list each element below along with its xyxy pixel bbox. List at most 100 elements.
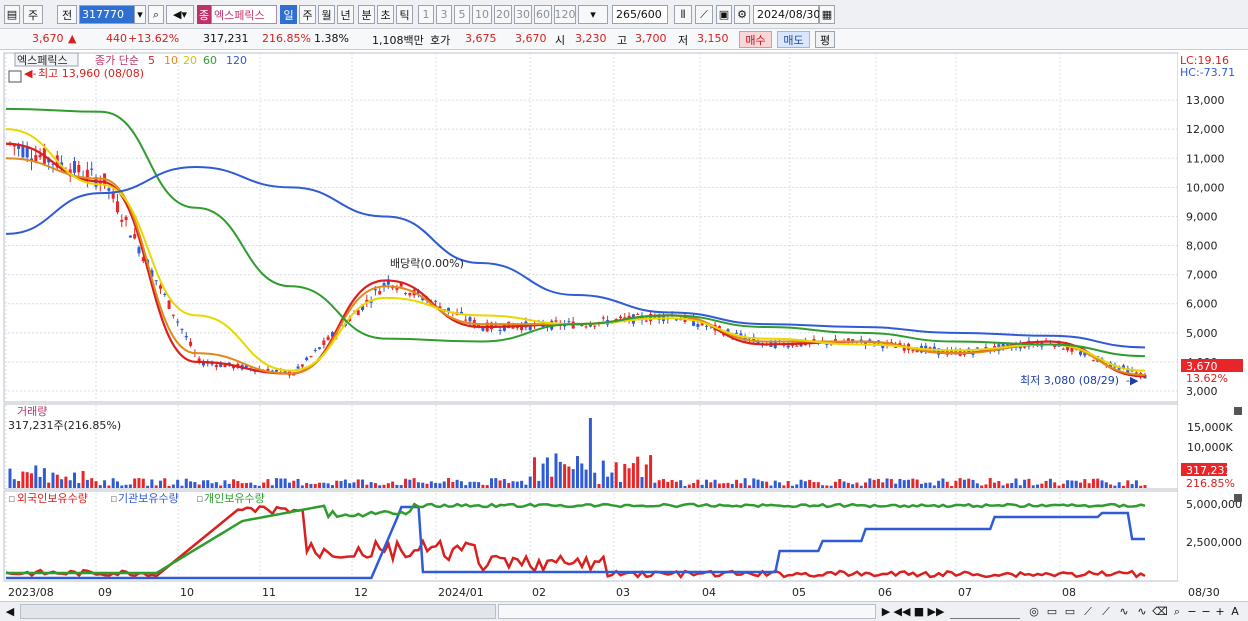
volume-bar [520, 480, 524, 488]
scroll-left-icon[interactable]: ◀ [4, 604, 16, 619]
interval-1[interactable]: 1 [418, 5, 434, 24]
volume-bar [838, 479, 842, 488]
volume-bar [81, 471, 85, 488]
date-axis-label: 02 [532, 586, 546, 599]
volume-bar [197, 484, 201, 488]
holdings-close-icon[interactable] [1234, 494, 1242, 502]
eval-button[interactable]: 평 [815, 31, 835, 48]
interval-3[interactable]: 3 [436, 5, 452, 24]
volume-bar [670, 479, 674, 488]
volume-bar [227, 483, 231, 488]
trend-line-icon[interactable]: ⟋ [1080, 604, 1096, 619]
rewind-icon[interactable]: ◀◀ [894, 604, 911, 619]
candle-body [786, 345, 790, 348]
volume-bar [1122, 485, 1126, 488]
volume-bar [846, 482, 850, 488]
interval-60[interactable]: 60 [534, 5, 552, 24]
volume-bar [657, 480, 661, 488]
volume-bar [924, 482, 928, 488]
legend-ma-120: 120 [226, 54, 247, 67]
volume-bar [425, 483, 429, 488]
holdings-axis-2.5m: 2,500,000 [1186, 536, 1242, 549]
volume-bar [335, 480, 339, 488]
interval-20[interactable]: 20 [494, 5, 512, 24]
draw-line-icon[interactable]: ⟋ [695, 5, 713, 24]
candle-body [795, 345, 799, 347]
volume-bar [954, 480, 958, 488]
scroll-track[interactable] [20, 604, 496, 619]
volume-bar [661, 479, 665, 488]
tool-icon-3[interactable]: ▭ [1062, 604, 1078, 619]
interval-5[interactable]: 5 [454, 5, 470, 24]
volume-bar [593, 472, 597, 488]
up-arrow-icon: ▲ [68, 32, 77, 45]
stock-name[interactable]: 엑스페릭스 [211, 5, 277, 24]
font-size-icon[interactable]: A [1228, 604, 1242, 619]
buy-button[interactable]: 매수 [739, 31, 772, 48]
volume-bar [176, 479, 180, 488]
stock-code-input[interactable]: 317770 [79, 5, 135, 24]
low-price: 3,150 [697, 32, 729, 45]
volume-bar [928, 482, 932, 488]
fast-forward-icon[interactable]: ▶▶ [928, 604, 945, 619]
fib-line-icon[interactable]: ⟋ [1098, 604, 1114, 619]
date-axis-label: 04 [702, 586, 716, 599]
gear-icon[interactable]: ⚙ [734, 5, 750, 24]
save-icon[interactable]: ▣ [716, 5, 732, 24]
prev-button[interactable]: 전 [57, 5, 77, 24]
volume-bar [997, 481, 1001, 488]
zoom-in-icon[interactable]: + [1214, 604, 1226, 619]
period-month[interactable]: 월 [318, 5, 335, 24]
tool-icon-1[interactable]: ◎ [1026, 604, 1042, 619]
calendar-icon[interactable]: ▦ [819, 5, 835, 24]
mode-select[interactable]: 주 [23, 5, 43, 24]
chart-area[interactable]: 13,000 12,000 11,000 10,000 9,000 8,000 7,000 6… [0, 51, 1248, 602]
minus-icon[interactable]: − [1200, 604, 1212, 619]
zoom-out-icon[interactable]: − [1186, 604, 1198, 619]
stock-chart-svg[interactable]: 13,000 12,000 11,000 10,000 9,000 8,000 7,000 6… [0, 51, 1248, 602]
eraser-icon[interactable]: ⌫ [1152, 604, 1168, 619]
volume-bar [1100, 480, 1104, 488]
layout-icon[interactable]: ▤ [4, 5, 20, 24]
volume-bar [932, 485, 936, 488]
zoom-slider[interactable] [950, 604, 1020, 619]
volume-bar [898, 478, 902, 488]
period-tick[interactable]: 틱 [396, 5, 413, 24]
stop-icon[interactable]: ■ [912, 604, 926, 619]
chevron-down-icon[interactable]: ▾ [134, 5, 146, 24]
wave-icon[interactable]: ∿ [1116, 604, 1132, 619]
date-field[interactable]: 2024/08/30 [753, 5, 820, 24]
candle-body [378, 291, 382, 295]
volume-bar [945, 481, 949, 488]
grid-toggle-icon[interactable] [8, 70, 22, 83]
scroll-right-icon[interactable]: ▶ [880, 604, 892, 619]
zoom-icon[interactable]: ⌕ [1170, 604, 1184, 619]
tool-icon-2[interactable]: ▭ [1044, 604, 1060, 619]
volume-bar [438, 483, 442, 488]
candle-icon[interactable]: ⫴ [674, 5, 692, 24]
interval-120[interactable]: 120 [554, 5, 576, 24]
period-second[interactable]: 초 [377, 5, 394, 24]
period-week[interactable]: 주 [299, 5, 316, 24]
interval-30[interactable]: 30 [514, 5, 532, 24]
volume-bar [171, 484, 175, 488]
volume-close-icon[interactable] [1234, 407, 1242, 415]
volume-bar [8, 468, 12, 488]
date-axis-label: 11 [262, 586, 276, 599]
candle-body [468, 317, 472, 322]
speaker-icon[interactable]: ◀▾ [166, 5, 194, 24]
period-minute[interactable]: 분 [358, 5, 375, 24]
search-icon[interactable]: ⌕ [148, 5, 164, 24]
period-year[interactable]: 년 [337, 5, 354, 24]
volume-bar [490, 478, 494, 488]
volume-bar [876, 478, 880, 488]
hc-value: HC:-73.71 [1180, 66, 1235, 79]
sell-button[interactable]: 매도 [777, 31, 810, 48]
pattern-icon[interactable]: ∿ [1134, 604, 1150, 619]
scroll-thumb[interactable] [498, 604, 876, 619]
count-field[interactable]: 265/600 [612, 5, 668, 24]
volume-bar [1087, 483, 1091, 488]
interval-10[interactable]: 10 [472, 5, 492, 24]
interval-dropdown[interactable]: ▾ [578, 5, 608, 24]
period-day[interactable]: 일 [280, 5, 297, 24]
